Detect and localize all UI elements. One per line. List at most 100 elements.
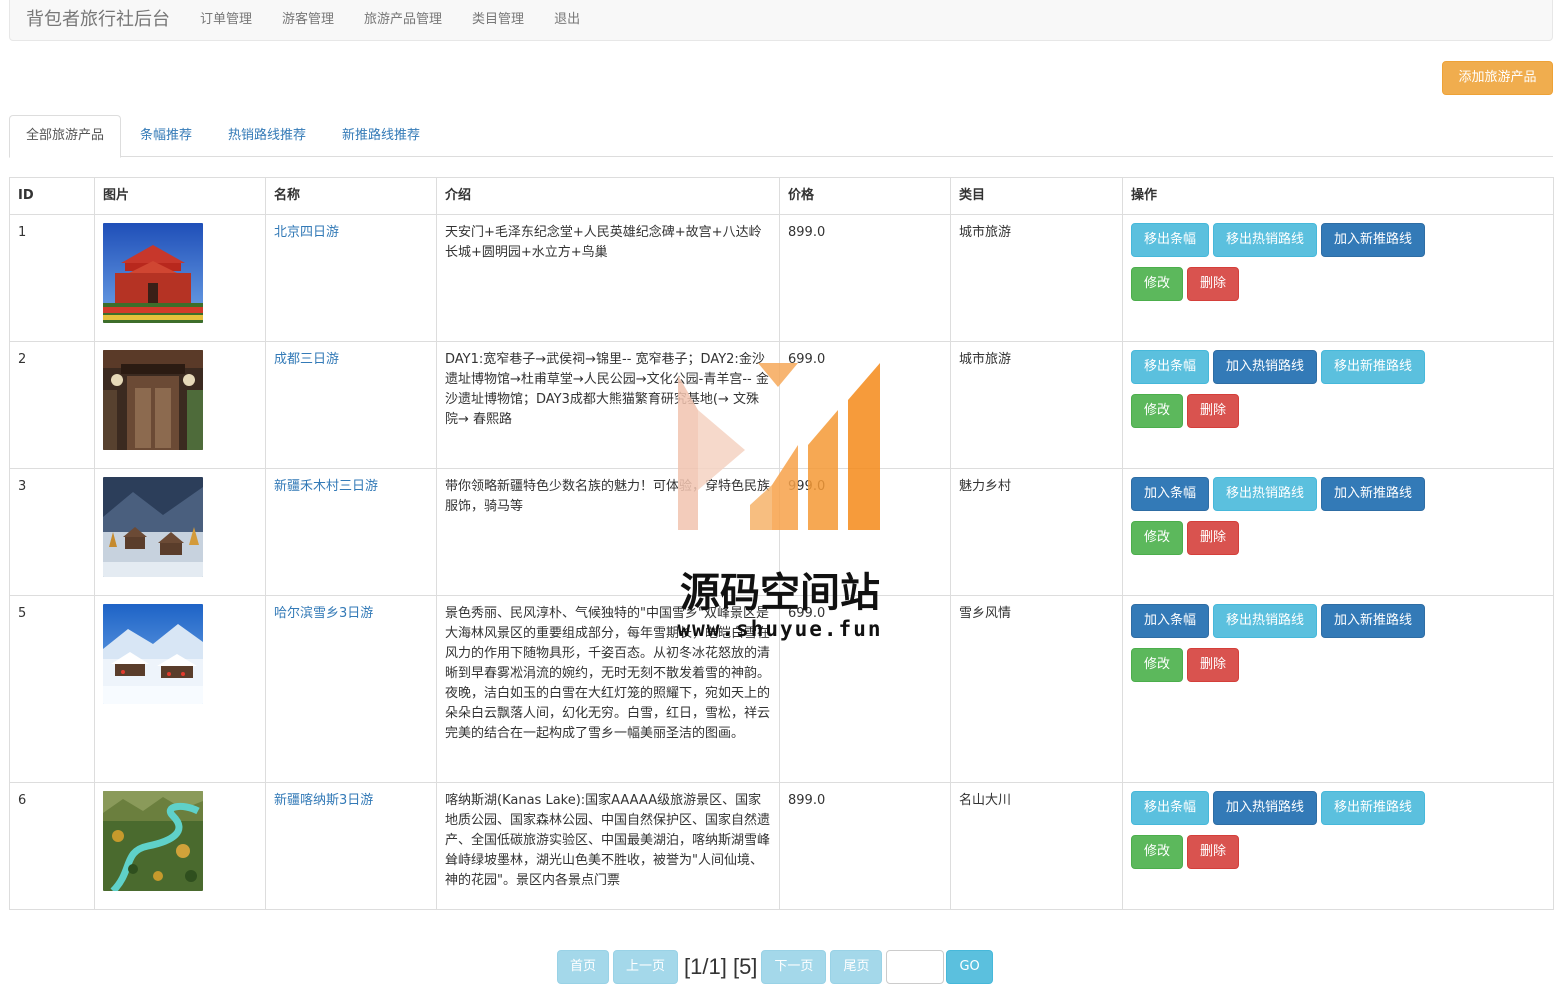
cell-price: 999.0 xyxy=(779,468,951,596)
brand-title[interactable]: 背包者旅行社后台 xyxy=(26,5,170,31)
edit-button[interactable]: 修改 xyxy=(1131,267,1184,301)
hot-route-toggle-button[interactable]: 加入热销路线 xyxy=(1213,791,1318,825)
cell-id: 5 xyxy=(9,595,95,783)
nav-link-orders[interactable]: 订单管理 xyxy=(200,8,252,27)
next-page-button[interactable]: 下一页 xyxy=(761,950,827,984)
cell-desc: 带你领略新疆特色少数名族的魅力！可体验，穿特色民族服饰，骑马等 xyxy=(436,468,780,596)
col-header-category: 类目 xyxy=(950,177,1123,215)
cell-actions: 加入条幅 移出热销路线 加入新推路线 修改 删除 xyxy=(1122,468,1554,596)
product-table: ID 图片 名称 介绍 价格 类目 操作 1 北京四日游 天安门+毛泽东纪念堂+… xyxy=(9,177,1554,910)
cell-actions: 移出条幅 加入热销路线 移出新推路线 修改 删除 xyxy=(1122,782,1554,910)
cell-desc: 天安门+毛泽东纪念堂+人民英雄纪念碑+故宫+八达岭长城+圆明园+水立方+鸟巢 xyxy=(436,214,780,342)
delete-button[interactable]: 删除 xyxy=(1187,521,1240,555)
delete-button[interactable]: 删除 xyxy=(1187,267,1240,301)
edit-button[interactable]: 修改 xyxy=(1131,835,1184,869)
cell-desc: 景色秀丽、民风淳朴、气候独特的"中国雪乡"双峰景区是大海林风景区的重要组成部分，… xyxy=(436,595,780,783)
product-name-link[interactable]: 北京四日游 xyxy=(274,225,339,240)
pagination: 首页 上一页 [1/1] [5] 下一页 尾页 GO xyxy=(557,950,997,984)
nav-links: 订单管理 游客管理 旅游产品管理 类目管理 退出 xyxy=(200,8,610,27)
product-photo xyxy=(103,350,203,450)
cell-actions: 加入条幅 移出热销路线 加入新推路线 修改 删除 xyxy=(1122,595,1554,783)
tab-all-products[interactable]: 全部旅游产品 xyxy=(9,115,122,158)
cell-actions: 移出条幅 移出热销路线 加入新推路线 修改 删除 xyxy=(1122,214,1554,342)
go-button[interactable]: GO xyxy=(946,950,993,984)
product-desc: DAY1:宽窄巷子→武侯祠→锦里-- 宽窄巷子；DAY2:金沙遗址博物馆→杜甫草… xyxy=(445,352,769,427)
edit-button[interactable]: 修改 xyxy=(1131,521,1184,555)
edit-button[interactable]: 修改 xyxy=(1131,648,1184,682)
hot-route-toggle-button[interactable]: 加入热销路线 xyxy=(1213,350,1318,384)
add-product-button[interactable]: 添加旅游产品 xyxy=(1442,61,1553,95)
hot-route-toggle-button[interactable]: 移出热销路线 xyxy=(1213,604,1318,638)
prev-page-button[interactable]: 上一页 xyxy=(613,950,679,984)
last-page-button[interactable]: 尾页 xyxy=(830,950,883,984)
cell-image xyxy=(94,214,266,342)
product-photo xyxy=(103,604,203,704)
col-header-desc: 介绍 xyxy=(436,177,780,215)
new-route-toggle-button[interactable]: 加入新推路线 xyxy=(1321,477,1426,511)
nav-link-logout[interactable]: 退出 xyxy=(554,8,580,27)
new-route-toggle-button[interactable]: 移出新推路线 xyxy=(1321,350,1426,384)
banner-toggle-button[interactable]: 移出条幅 xyxy=(1131,791,1210,825)
col-header-image: 图片 xyxy=(94,177,266,215)
product-name-link[interactable]: 哈尔滨雪乡3日游 xyxy=(274,606,373,621)
go-page-input[interactable] xyxy=(886,950,945,984)
cell-image xyxy=(94,468,266,596)
table-row: 3 新疆禾木村三日游 带你领略新疆特色少数名族的魅力！可体验，穿特色民族服饰，骑… xyxy=(9,468,1554,596)
tab-new-routes[interactable]: 新推路线推荐 xyxy=(325,115,437,157)
cell-image xyxy=(94,782,266,910)
product-name-link[interactable]: 成都三日游 xyxy=(274,352,339,367)
new-route-toggle-button[interactable]: 加入新推路线 xyxy=(1321,223,1426,257)
cell-actions: 移出条幅 加入热销路线 移出新推路线 修改 删除 xyxy=(1122,341,1554,469)
banner-toggle-button[interactable]: 移出条幅 xyxy=(1131,223,1210,257)
col-header-price: 价格 xyxy=(779,177,951,215)
delete-button[interactable]: 删除 xyxy=(1187,394,1240,428)
cell-id: 3 xyxy=(9,468,95,596)
product-name-link[interactable]: 新疆禾木村三日游 xyxy=(274,479,378,494)
col-header-id: ID xyxy=(9,177,95,215)
nav-link-categories[interactable]: 类目管理 xyxy=(472,8,524,27)
tab-banner[interactable]: 条幅推荐 xyxy=(123,115,209,157)
table-header-row: ID 图片 名称 介绍 价格 类目 操作 xyxy=(9,177,1554,215)
table-row: 2 成都三日游 DAY1:宽窄巷子→武侯祠→锦里-- 宽窄巷子；DAY2:金沙遗… xyxy=(9,341,1554,469)
cell-category: 城市旅游 xyxy=(950,214,1123,342)
new-route-toggle-button[interactable]: 加入新推路线 xyxy=(1321,604,1426,638)
col-header-actions: 操作 xyxy=(1122,177,1554,215)
tab-hot-routes[interactable]: 热销路线推荐 xyxy=(211,115,323,157)
hot-route-toggle-button[interactable]: 移出热销路线 xyxy=(1213,477,1318,511)
product-tabs: 全部旅游产品 条幅推荐 热销路线推荐 新推路线推荐 xyxy=(9,115,1553,158)
product-photo xyxy=(103,791,203,891)
banner-toggle-button[interactable]: 加入条幅 xyxy=(1131,604,1210,638)
cell-name: 成都三日游 xyxy=(265,341,437,469)
top-navbar: 背包者旅行社后台 订单管理 游客管理 旅游产品管理 类目管理 退出 xyxy=(9,0,1553,41)
edit-button[interactable]: 修改 xyxy=(1131,394,1184,428)
product-name-link[interactable]: 新疆喀纳斯3日游 xyxy=(274,793,373,808)
cell-name: 新疆禾木村三日游 xyxy=(265,468,437,596)
product-desc: 喀纳斯湖(Kanas Lake):国家AAAAA级旅游景区、国家地质公园、国家森… xyxy=(445,793,771,888)
cell-desc: 喀纳斯湖(Kanas Lake):国家AAAAA级旅游景区、国家地质公园、国家森… xyxy=(436,782,780,910)
cell-price: 699.0 xyxy=(779,341,951,469)
delete-button[interactable]: 删除 xyxy=(1187,648,1240,682)
cell-id: 1 xyxy=(9,214,95,342)
new-route-toggle-button[interactable]: 移出新推路线 xyxy=(1321,791,1426,825)
first-page-button[interactable]: 首页 xyxy=(557,950,610,984)
table-row: 6 新疆喀纳斯3日游 喀纳斯湖(Kanas Lake):国家AAAAA级旅游景区… xyxy=(9,782,1554,910)
cell-category: 雪乡风情 xyxy=(950,595,1123,783)
product-desc: 天安门+毛泽东纪念堂+人民英雄纪念碑+故宫+八达岭长城+圆明园+水立方+鸟巢 xyxy=(445,225,762,260)
cell-id: 2 xyxy=(9,341,95,469)
nav-link-tourists[interactable]: 游客管理 xyxy=(282,8,334,27)
cell-category: 魅力乡村 xyxy=(950,468,1123,596)
table-row: 1 北京四日游 天安门+毛泽东纪念堂+人民英雄纪念碑+故宫+八达岭长城+圆明园+… xyxy=(9,214,1554,342)
delete-button[interactable]: 删除 xyxy=(1187,835,1240,869)
product-desc: 景色秀丽、民风淳朴、气候独特的"中国雪乡"双峰景区是大海林风景区的重要组成部分，… xyxy=(445,606,771,741)
table-row: 5 哈尔滨雪乡3日游 景色秀丽、民风淳朴、气候独特的"中国雪乡"双峰景区是大海林… xyxy=(9,595,1554,783)
cell-name: 新疆喀纳斯3日游 xyxy=(265,782,437,910)
banner-toggle-button[interactable]: 移出条幅 xyxy=(1131,350,1210,384)
cell-image xyxy=(94,595,266,783)
nav-link-products[interactable]: 旅游产品管理 xyxy=(364,8,442,27)
banner-toggle-button[interactable]: 加入条幅 xyxy=(1131,477,1210,511)
cell-price: 899.0 xyxy=(779,214,951,342)
cell-image xyxy=(94,341,266,469)
col-header-name: 名称 xyxy=(265,177,437,215)
page-info: [1/1] [5] xyxy=(684,954,758,979)
hot-route-toggle-button[interactable]: 移出热销路线 xyxy=(1213,223,1318,257)
